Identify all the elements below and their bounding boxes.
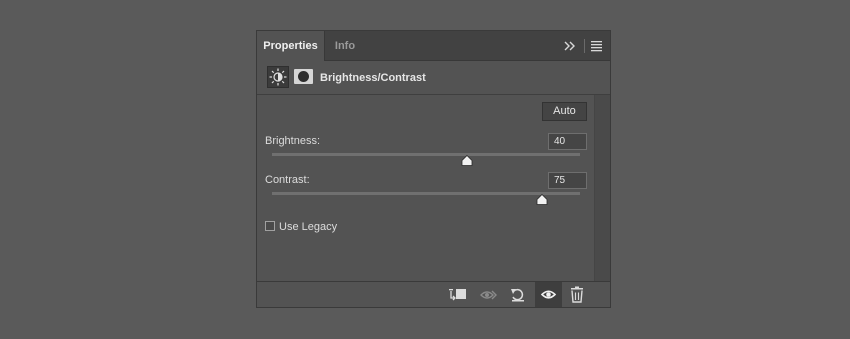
hamburger-menu-icon[interactable] <box>591 40 602 52</box>
brightness-label: Brightness: <box>265 135 321 147</box>
tab-properties[interactable]: Properties <box>257 31 324 61</box>
reset-icon[interactable] <box>508 286 528 304</box>
brightness-input[interactable]: 40 <box>548 133 587 150</box>
clip-to-layer-icon[interactable] <box>448 286 468 304</box>
divider <box>584 39 585 53</box>
contrast-slider-track[interactable] <box>272 192 580 195</box>
trash-icon[interactable] <box>567 286 587 304</box>
adjustment-header: Brightness/Contrast <box>257 62 610 95</box>
layer-mask-icon[interactable] <box>294 69 313 84</box>
contrast-input[interactable]: 75 <box>548 172 587 189</box>
visibility-eye-icon[interactable] <box>535 282 562 307</box>
view-previous-state-icon[interactable] <box>479 286 499 304</box>
brightness-slider-thumb[interactable] <box>461 154 473 167</box>
brightness-slider-track[interactable] <box>272 153 580 156</box>
scrollbar[interactable] <box>594 95 610 281</box>
tab-info[interactable]: Info <box>324 31 365 61</box>
properties-panel: Properties Info Brightness/Contrast Auto… <box>256 30 611 308</box>
double-chevron-right-icon[interactable] <box>564 40 576 52</box>
use-legacy-checkbox[interactable] <box>265 221 275 231</box>
contrast-slider-thumb[interactable] <box>536 193 548 206</box>
auto-button[interactable]: Auto <box>542 102 587 121</box>
tab-bar: Properties Info <box>257 31 610 61</box>
use-legacy-label[interactable]: Use Legacy <box>279 221 337 233</box>
adjustment-title: Brightness/Contrast <box>320 72 426 84</box>
contrast-label: Contrast: <box>265 174 310 186</box>
bottom-toolbar <box>257 281 610 307</box>
brightness-sun-icon[interactable] <box>267 66 289 88</box>
